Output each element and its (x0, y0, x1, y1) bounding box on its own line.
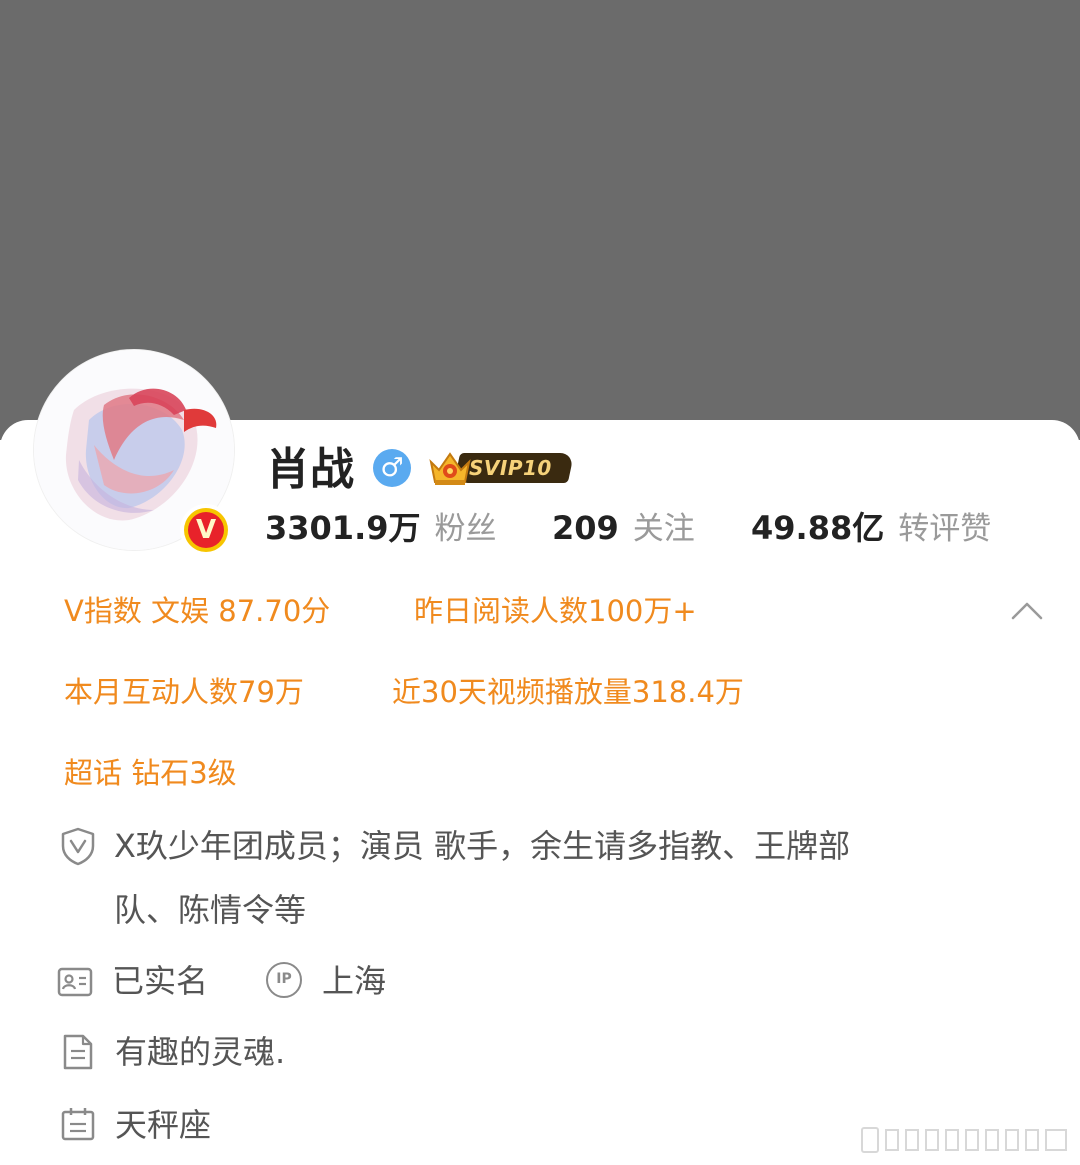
zodiac-text: 天秤座 (115, 1106, 212, 1144)
yesterday-reads[interactable]: 昨日阅读人数100万+ (414, 589, 697, 633)
video-plays[interactable]: 近30天视频播放量318.4万 (392, 670, 744, 714)
ip-icon: IP (266, 962, 302, 998)
watermark-logo (861, 1127, 1067, 1153)
calendar-icon (61, 1108, 95, 1141)
svip-label: SVIP10 (469, 456, 552, 480)
super-topic[interactable]: 超话 钻石3级 (64, 751, 237, 795)
document-icon (63, 1034, 93, 1070)
verification-text-line1: X玖少年团成员；演员 歌手，余生请多指教、王牌部 (114, 827, 851, 865)
shield-verified-icon (61, 827, 95, 866)
male-icon: ♂ (373, 449, 411, 487)
profile-name: 肖战 (266, 444, 354, 495)
monthly-interactions[interactable]: 本月互动人数79万 (64, 670, 304, 714)
following-count: 209 (552, 509, 619, 547)
fans-stat[interactable]: 3301.9万 粉丝 (265, 500, 497, 556)
following-stat[interactable]: 209 关注 (552, 500, 695, 556)
engagement-count: 49.88亿 (751, 509, 885, 547)
ip-location-text: 上海 (322, 962, 387, 1000)
fans-count: 3301.9万 (265, 509, 421, 547)
verified-v-badge: V (180, 504, 232, 556)
verified-v-letter: V (188, 512, 224, 548)
v-index[interactable]: V指数 文娱 87.70分 (64, 589, 330, 633)
engagement-label: 转评赞 (898, 511, 992, 547)
verification-text-line2: 队、陈情令等 (114, 891, 307, 929)
chevron-up-icon[interactable] (1010, 596, 1044, 626)
real-name-text: 已实名 (112, 962, 209, 1000)
svip-badge[interactable]: SVIP10 (425, 446, 575, 490)
following-label: 关注 (632, 511, 695, 547)
fans-label: 粉丝 (434, 511, 497, 547)
engagement-stat[interactable]: 49.88亿 转评赞 (751, 500, 991, 556)
bio-text: 有趣的灵魂. (115, 1033, 286, 1071)
crown-icon (429, 452, 471, 485)
id-card-icon (57, 967, 93, 997)
